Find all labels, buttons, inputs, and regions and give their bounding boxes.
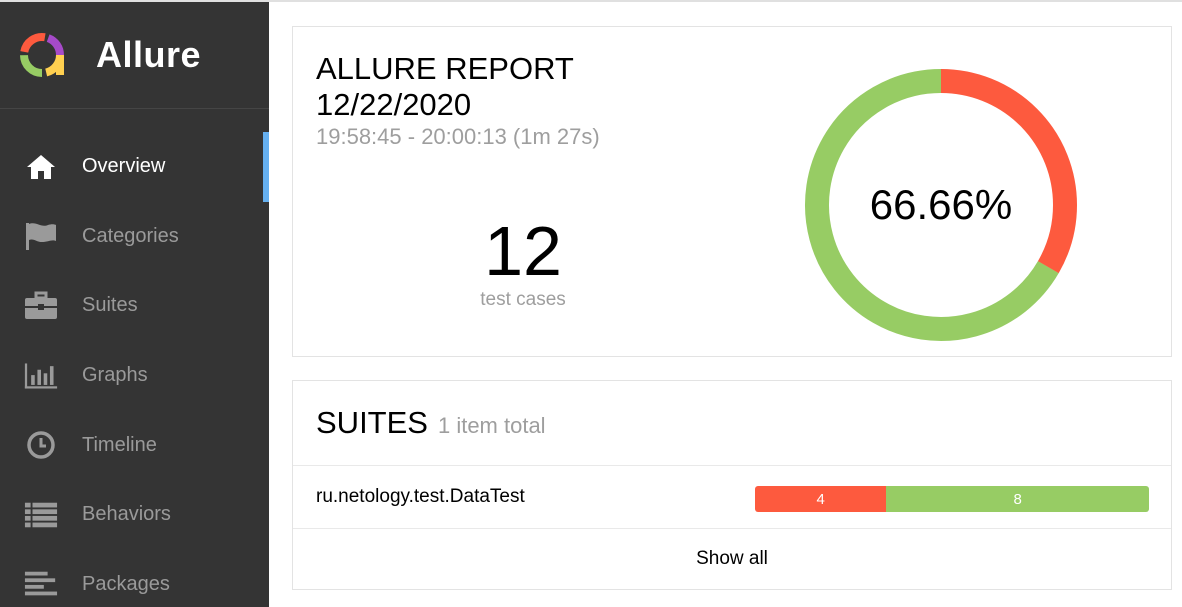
test-case-count-label: test cases xyxy=(480,289,566,310)
align-left-icon xyxy=(24,569,58,599)
sidebar-item-label: Packages xyxy=(82,572,170,595)
suite-row[interactable]: ru.netology.test.DataTest 4 8 xyxy=(293,466,1171,529)
report-title: ALLURE REPORT 12/22/2020 xyxy=(316,51,574,123)
status-bar-failed[interactable]: 4 xyxy=(755,486,887,512)
test-case-count: 12 xyxy=(484,212,562,290)
sidebar-item-suites[interactable]: Suites xyxy=(0,271,269,341)
sidebar-item-behaviors[interactable]: Behaviors xyxy=(0,480,269,550)
brand-name: Allure xyxy=(96,34,202,75)
sidebar: Allure Overview Categories Suites Graphs… xyxy=(0,2,269,607)
list-icon xyxy=(24,500,58,530)
suite-status-bar[interactable]: 4 8 xyxy=(755,486,1149,512)
sidebar-item-label: Categories xyxy=(82,224,179,247)
sidebar-item-timeline[interactable]: Timeline xyxy=(0,410,269,480)
brand[interactable]: Allure xyxy=(0,2,269,109)
bar-chart-icon xyxy=(24,361,58,391)
sidebar-item-label: Overview xyxy=(82,155,166,178)
suites-title: SUITES xyxy=(316,405,428,440)
clock-icon xyxy=(24,430,58,460)
sidebar-item-graphs[interactable]: Graphs xyxy=(0,341,269,411)
suite-name: ru.netology.test.DataTest xyxy=(316,486,525,507)
flag-icon xyxy=(24,221,58,251)
report-date: 12/22/2020 xyxy=(316,87,472,122)
suites-widget: SUITES 1 item total ru.netology.test.Dat… xyxy=(292,380,1172,590)
sidebar-item-label: Behaviors xyxy=(82,503,171,526)
report-title-text: ALLURE REPORT xyxy=(316,51,574,86)
status-donut-chart[interactable] xyxy=(801,65,1081,345)
sidebar-item-label: Timeline xyxy=(82,433,157,456)
sidebar-item-label: Suites xyxy=(82,294,138,317)
suites-count: 1 item total xyxy=(437,413,546,438)
sidebar-nav: Overview Categories Suites Graphs Timeli… xyxy=(0,132,269,607)
sidebar-item-label: Graphs xyxy=(82,364,148,387)
suites-header: SUITES 1 item total xyxy=(293,381,1171,466)
sidebar-item-categories[interactable]: Categories xyxy=(0,202,269,272)
show-all-link[interactable]: Show all xyxy=(293,529,1171,589)
report-time-range: 19:58:45 - 20:00:13 (1m 27s) xyxy=(316,124,600,149)
home-icon xyxy=(24,152,58,182)
donut-passed-segment[interactable] xyxy=(801,65,1081,345)
briefcase-icon xyxy=(24,291,58,321)
sidebar-item-overview[interactable]: Overview xyxy=(0,132,269,202)
summary-widget: ALLURE REPORT 12/22/2020 19:58:45 - 20:0… xyxy=(292,26,1172,357)
status-bar-passed[interactable]: 8 xyxy=(886,486,1149,512)
allure-logo-icon xyxy=(20,32,64,77)
allure-report-app: Allure Overview Categories Suites Graphs… xyxy=(0,0,1182,607)
sidebar-item-packages[interactable]: Packages xyxy=(0,550,269,607)
